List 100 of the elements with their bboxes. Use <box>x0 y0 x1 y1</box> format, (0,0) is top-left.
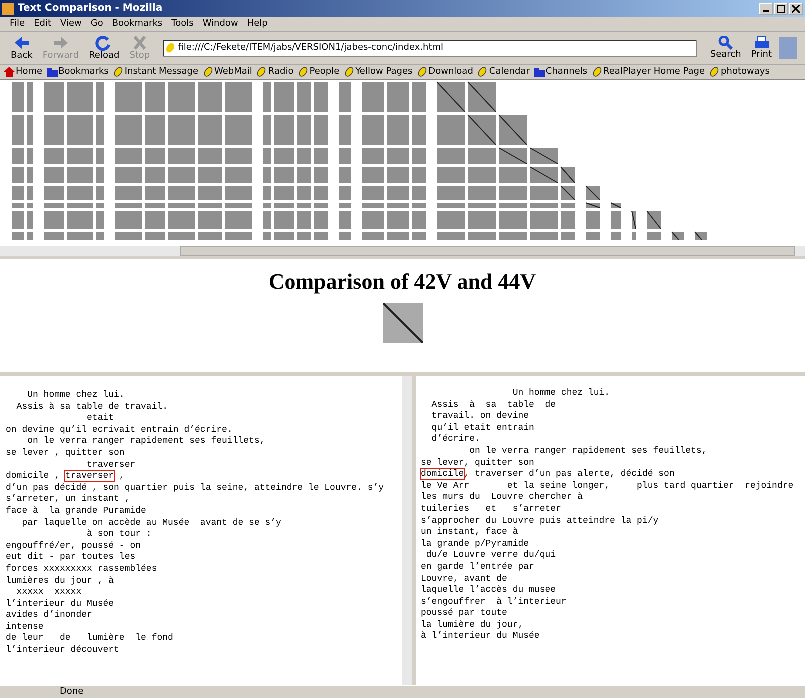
text-line: l’interieur découvert <box>6 645 120 657</box>
menu-item[interactable]: Edit <box>34 19 52 29</box>
search-icon <box>718 36 734 50</box>
text-line: on devine qu’il ecrivait entrain d’écrire. <box>6 424 234 436</box>
bookmark-icon <box>298 67 309 77</box>
text-line: par laquelle on accède au Musée avant de se s’y <box>21 518 282 530</box>
text-line: Assis à sa table de <box>430 400 558 412</box>
window-title: Text Comparison - Mozilla <box>18 3 164 14</box>
home-icon <box>4 67 15 77</box>
text-line: traverser <box>86 460 137 472</box>
text-line: engouffré/er, poussé - on <box>6 540 142 552</box>
text-line: etait <box>86 413 116 425</box>
menu-item[interactable]: View <box>60 19 82 29</box>
text-line: poussé par toute <box>421 608 508 620</box>
text-line: avides d’inonder <box>6 610 94 622</box>
text-line: du/e Louvre verre du/qui <box>425 550 558 562</box>
text-line: on le verra ranger rapidement ses feuillets, <box>468 446 708 458</box>
page-icon <box>164 42 176 54</box>
horizontal-scrollbar[interactable] <box>0 246 805 256</box>
forward-arrow-icon <box>52 35 70 51</box>
nav-button[interactable]: Reload <box>86 35 123 61</box>
bookmark-icon <box>592 67 603 77</box>
bookmark-item[interactable]: WebMail <box>202 67 252 77</box>
folder-icon <box>534 67 545 77</box>
thumbnail-drawing <box>382 303 422 343</box>
bookmark-icon <box>709 67 720 77</box>
toolbar-button[interactable]: Print <box>748 36 775 60</box>
minimize-button[interactable] <box>759 2 773 14</box>
text-line: Louvre, avant de <box>421 574 508 586</box>
text-line: à l’interieur du Musée <box>421 631 541 644</box>
maximize-button[interactable] <box>774 2 788 14</box>
bookmark-item[interactable]: RealPlayer Home Page <box>592 67 706 77</box>
bookmark-icon <box>477 67 488 77</box>
bookmark-item[interactable]: Home <box>4 67 43 77</box>
text-line: intense <box>6 622 45 634</box>
bookmark-icon <box>344 67 355 77</box>
bookmark-icon <box>256 67 268 77</box>
nav-button[interactable]: Back <box>8 35 36 61</box>
text-line: Un homme chez lui. <box>512 388 612 400</box>
address-field[interactable]: file:///C:/Fekete/ITEM/jabs/VERSION1/jabes-conc/index.html <box>163 40 698 56</box>
text-line: Un homme chez lui. <box>26 390 126 402</box>
bookmark-item[interactable]: Radio <box>256 67 294 77</box>
maximize-icon <box>777 4 785 12</box>
text-line: s’approcher du Louvre puis atteindre la pi/y <box>421 516 660 528</box>
text-line: d’un pas décidé , son quartier puis la seine, atteindre le Louvre. s’y <box>6 482 386 494</box>
bookmark-item[interactable]: Yellow Pages <box>344 67 413 77</box>
app-icon <box>2 2 14 14</box>
bookmark-icon <box>202 67 214 77</box>
reload-icon <box>95 35 114 51</box>
text-line: tuileries et s’arreter <box>421 504 562 516</box>
text-line: lumières du jour , à <box>6 576 116 588</box>
text-line: la lumière du jour, <box>421 620 525 632</box>
page-heading: Comparison of 42V and 44V <box>268 269 536 295</box>
text-line: un instant, face à <box>421 527 520 539</box>
bookmark-item[interactable]: Calendar <box>477 67 530 77</box>
text-line: en garde l’entrée par <box>421 562 536 574</box>
menu-item[interactable]: Go <box>90 19 104 29</box>
text-line: eut dit - par toutes les <box>6 552 137 564</box>
text-line: on le verra ranger rapidement ses feuillets, <box>26 436 266 448</box>
status-text: Done <box>60 687 84 697</box>
bookmark-item[interactable]: Instant Message <box>112 67 199 77</box>
text-line: domicile, traverser d’un pas alerte, décidé son <box>421 469 676 481</box>
text-line: d’écrire. <box>430 434 482 446</box>
text-line: se lever , quitter son <box>6 448 126 460</box>
text-line: à son tour : <box>86 529 153 541</box>
vertical-scrollbar[interactable] <box>402 376 412 685</box>
printer-icon <box>754 36 770 50</box>
menu-item[interactable]: Help <box>247 19 268 29</box>
menu-item[interactable]: File <box>10 19 26 29</box>
text-line: les murs du Louvre chercher à <box>421 492 584 504</box>
text-line: l’interieur du Musée <box>6 598 116 610</box>
text-line: la grande p/Pyramide <box>421 538 530 550</box>
text-line: de leur de lumière le fond <box>6 633 174 646</box>
text-line: se lever, quitter son <box>421 458 536 470</box>
bookmark-item[interactable]: photoways <box>709 67 770 77</box>
bookmark-item[interactable]: People <box>298 67 340 77</box>
bookmark-icon <box>416 67 428 77</box>
text-line: xxxxx xxxxx <box>16 587 83 599</box>
menu-item[interactable]: Bookmarks <box>112 19 163 29</box>
bookmark-item[interactable]: Channels <box>534 67 588 77</box>
text-line: Assis à sa table de travail. <box>16 402 170 414</box>
text-line: forces xxxxxxxxx rassemblées <box>6 564 158 576</box>
text-line: face à la grande Puramide <box>6 506 148 518</box>
text-line: qu’il etait entrain <box>430 422 536 434</box>
menu-item[interactable]: Tools <box>172 19 194 29</box>
close-button[interactable] <box>789 2 803 14</box>
folder-icon <box>46 67 58 77</box>
text-line: le Ve Arr et la seine longer, plus tard quartier rejoindre <box>421 480 795 492</box>
back-arrow-icon <box>12 35 31 51</box>
bookmark-icon <box>112 67 124 77</box>
menu-item[interactable]: Window <box>202 19 238 29</box>
text-line: s’engouffrer à l’interieur <box>421 596 568 608</box>
bookmark-item[interactable]: Bookmarks <box>46 67 109 77</box>
toolbar-button[interactable]: Search <box>707 36 744 60</box>
text-line: travail. on devine <box>430 411 530 423</box>
bookmark-item[interactable]: Download <box>416 67 474 77</box>
text-line: s’arreter, un instant , <box>6 494 132 506</box>
close-icon <box>792 4 800 12</box>
minimize-icon <box>763 10 769 12</box>
text-line: laquelle l’accès du musee <box>421 585 558 597</box>
